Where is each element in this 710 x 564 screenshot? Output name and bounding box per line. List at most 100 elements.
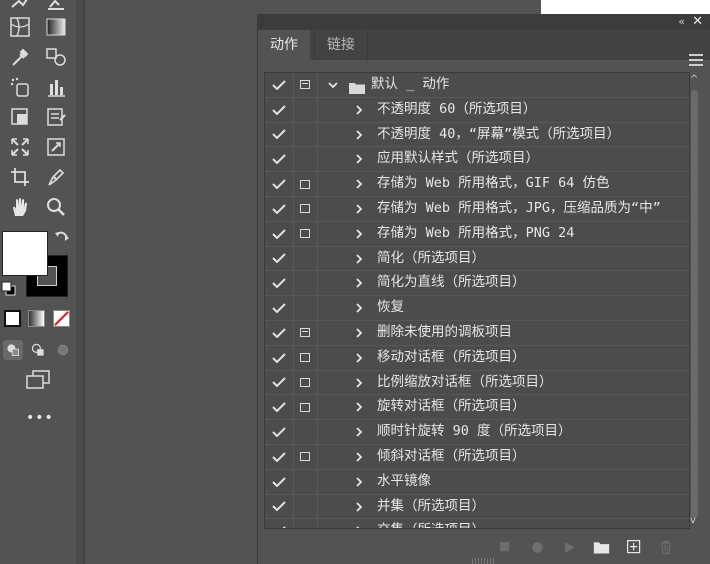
action-row[interactable]: 简化（所选项目） <box>265 246 689 272</box>
graph-tool-icon[interactable] <box>44 0 68 16</box>
toggle-dialog-icon[interactable] <box>293 519 318 528</box>
toggle-dialog-icon[interactable] <box>293 271 318 296</box>
action-row[interactable]: 不透明度 60（所选项目） <box>265 97 689 123</box>
color-mode-icon[interactable] <box>4 310 21 327</box>
action-row[interactable]: 交集（所选项目） <box>265 519 689 528</box>
toggle-item-icon[interactable] <box>265 420 294 444</box>
chevron-down-icon[interactable] <box>327 79 339 94</box>
toggle-item-icon[interactable] <box>265 469 294 494</box>
toggle-item-icon[interactable] <box>265 196 294 221</box>
crop-tool-icon[interactable] <box>8 165 32 189</box>
draw-behind-icon[interactable] <box>28 340 48 360</box>
chevron-right-icon[interactable] <box>353 377 365 392</box>
toggle-dialog-icon[interactable] <box>293 147 318 172</box>
play-icon[interactable] <box>559 537 579 557</box>
chevron-right-icon[interactable] <box>353 129 365 144</box>
toggle-item-icon[interactable] <box>265 73 294 97</box>
toggle-item-icon[interactable] <box>265 147 294 172</box>
toggle-item-icon[interactable] <box>265 172 294 196</box>
gradient-mode-icon[interactable] <box>28 310 45 327</box>
action-row[interactable]: 应用默认样式（所选项目） <box>265 147 689 173</box>
toggle-dialog-icon[interactable] <box>293 73 318 97</box>
chevron-right-icon[interactable] <box>353 203 365 218</box>
toggle-dialog-icon[interactable] <box>293 172 318 196</box>
action-row[interactable]: 水平镜像 <box>265 469 689 495</box>
puppet-warp-tool-icon[interactable] <box>44 135 68 159</box>
action-row[interactable]: 倾斜对话框（所选项目） <box>265 444 689 470</box>
action-set-row[interactable]: 默认 _ 动作 <box>265 73 689 98</box>
tab-actions[interactable]: 动作 <box>258 30 310 60</box>
action-row[interactable]: 删除未使用的调板项目 <box>265 320 689 346</box>
panel-resize-grip[interactable] <box>472 558 496 564</box>
chevron-right-icon[interactable] <box>353 178 365 193</box>
stop-icon[interactable] <box>495 537 515 557</box>
slice-tool-icon[interactable] <box>44 105 68 129</box>
shaper-tool-icon[interactable] <box>8 0 32 16</box>
collapse-panel-icon[interactable]: « <box>678 14 685 30</box>
toggle-item-icon[interactable] <box>265 370 294 395</box>
gradient-tool-icon[interactable] <box>44 15 68 39</box>
tab-links[interactable]: 链接 <box>314 30 368 60</box>
action-row[interactable]: 并集（所选项目） <box>265 494 689 520</box>
action-row[interactable]: 比例缩放对话框（所选项目） <box>265 370 689 396</box>
list-scrollbar[interactable]: ^ v <box>688 72 702 529</box>
record-icon[interactable] <box>527 537 547 557</box>
chevron-right-icon[interactable] <box>353 352 365 367</box>
panel-titlebar[interactable]: « ✕ <box>258 14 710 30</box>
toggle-dialog-icon[interactable] <box>293 444 318 469</box>
toggle-dialog-icon[interactable] <box>293 494 318 519</box>
fill-swatch[interactable] <box>2 231 48 276</box>
toggle-dialog-icon[interactable] <box>293 469 318 494</box>
action-row[interactable]: 旋转对话框（所选项目） <box>265 395 689 421</box>
pen-tool-icon[interactable] <box>44 165 68 189</box>
draw-inside-icon[interactable] <box>53 340 73 360</box>
zoom-tool-icon[interactable] <box>44 195 68 219</box>
chevron-right-icon[interactable] <box>353 451 365 466</box>
chevron-right-icon[interactable] <box>353 401 365 416</box>
toggle-item-icon[interactable] <box>265 97 294 122</box>
new-set-folder-icon[interactable] <box>591 537 611 557</box>
chevron-right-icon[interactable] <box>353 253 365 268</box>
action-row[interactable]: 存储为 Web 所用格式，JPG，压缩品质为“中” <box>265 196 689 222</box>
toggle-item-icon[interactable] <box>265 519 294 528</box>
scroll-thumb[interactable] <box>691 90 698 518</box>
artboard-tool-icon[interactable] <box>8 105 32 129</box>
chevron-right-icon[interactable] <box>353 327 365 342</box>
action-row[interactable]: 顺时针旋转 90 度（所选项目） <box>265 420 689 445</box>
chevron-right-icon[interactable] <box>353 104 365 119</box>
toggle-item-icon[interactable] <box>265 122 294 147</box>
panel-menu-icon[interactable] <box>689 54 703 69</box>
hand-tool-icon[interactable] <box>8 195 32 219</box>
chevron-right-icon[interactable] <box>353 426 365 441</box>
free-transform-tool-icon[interactable] <box>8 135 32 159</box>
chevron-right-icon[interactable] <box>353 501 365 516</box>
new-action-icon[interactable] <box>624 537 644 557</box>
toggle-item-icon[interactable] <box>265 345 294 370</box>
action-row[interactable]: 恢复 <box>265 296 689 321</box>
toggle-dialog-icon[interactable] <box>293 296 318 320</box>
chevron-right-icon[interactable] <box>353 228 365 243</box>
action-row[interactable]: 移动对话框（所选项目） <box>265 345 689 371</box>
chevron-right-icon[interactable] <box>353 277 365 292</box>
delete-icon[interactable] <box>656 537 676 557</box>
change-screen-mode-icon[interactable] <box>24 368 52 392</box>
chevron-right-icon[interactable] <box>353 525 365 528</box>
default-fill-stroke-icon[interactable] <box>0 280 18 298</box>
toggle-item-icon[interactable] <box>265 271 294 296</box>
toggle-dialog-icon[interactable] <box>293 221 318 246</box>
toggle-dialog-icon[interactable] <box>293 370 318 395</box>
toggle-item-icon[interactable] <box>265 296 294 320</box>
edit-toolbar-button[interactable]: ••• <box>26 410 54 426</box>
toggle-dialog-icon[interactable] <box>293 395 318 420</box>
scroll-down-icon[interactable]: v <box>690 515 696 526</box>
toggle-item-icon[interactable] <box>265 320 294 345</box>
draw-normal-icon[interactable] <box>3 340 23 360</box>
symbol-sprayer-tool-icon[interactable] <box>8 75 32 99</box>
mesh-tool-icon[interactable] <box>8 15 32 39</box>
toggle-dialog-icon[interactable] <box>293 246 318 271</box>
blend-tool-icon[interactable] <box>44 45 68 69</box>
chevron-right-icon[interactable] <box>353 302 365 317</box>
column-graph-tool-icon[interactable] <box>44 75 68 99</box>
toggle-dialog-icon[interactable] <box>293 196 318 221</box>
toggle-dialog-icon[interactable] <box>293 122 318 147</box>
